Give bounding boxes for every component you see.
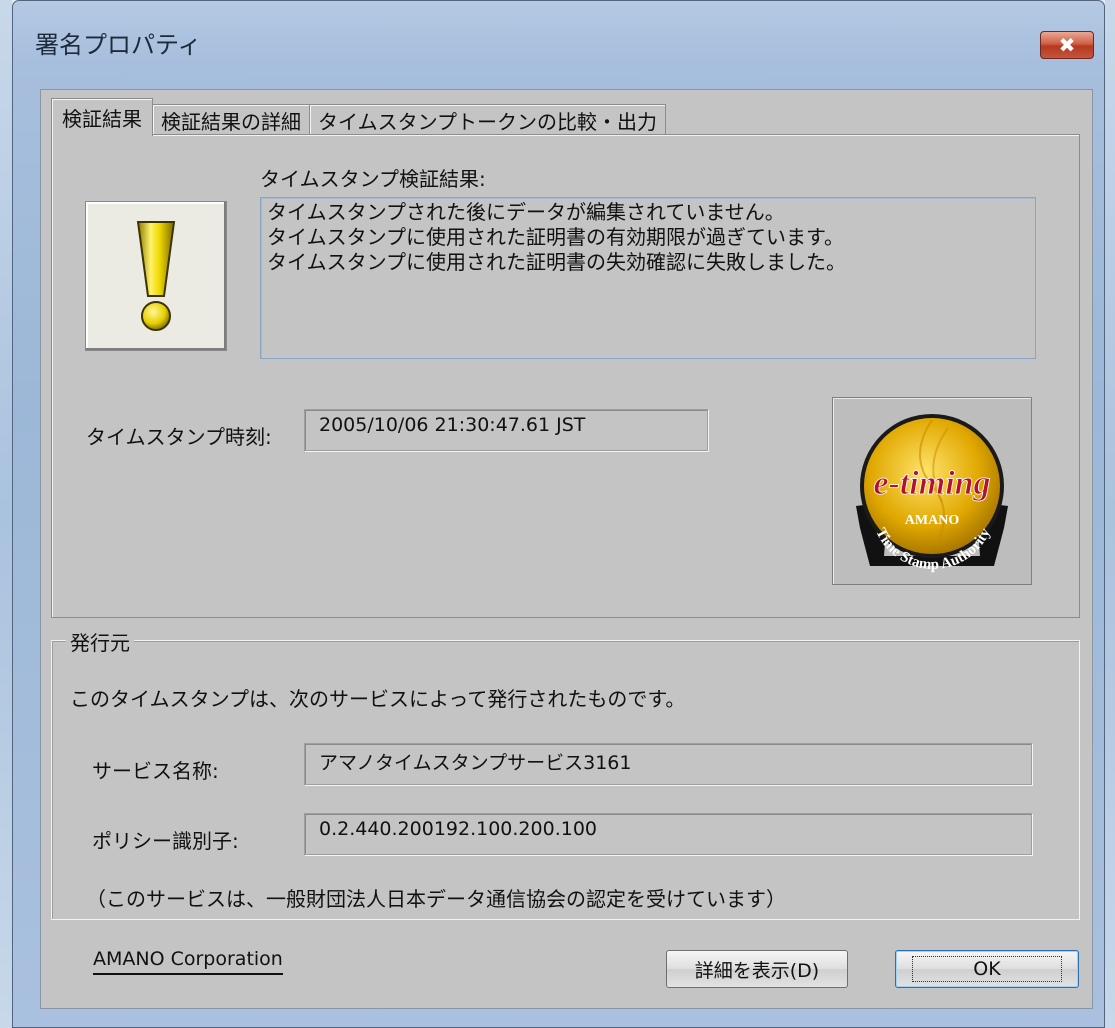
title-bar[interactable]: 署名プロパティ ✖ <box>13 1 1104 89</box>
verification-result-box[interactable]: タイムスタンプされた後にデータが編集されていません。 タイムスタンプに使用された… <box>260 197 1036 359</box>
logo-main-text: e-timing <box>873 465 990 502</box>
tab-verification-details[interactable]: 検証結果の詳細 <box>152 104 310 136</box>
tab-verification-result[interactable]: 検証結果 <box>51 98 153 136</box>
warning-exclamation-icon <box>136 221 176 331</box>
result-line: タイムスタンプされた後にデータが編集されていません。 <box>267 200 785 224</box>
accreditation-note: （このサービスは、一般財団法人日本データ通信協会の認定を受けています） <box>86 887 786 911</box>
warning-icon-frame <box>85 201 227 351</box>
e-timing-logo-frame: e-timing AMANO Time Stamp Authority <box>832 397 1032 585</box>
ok-button-label: OK <box>912 956 1062 982</box>
ok-button[interactable]: OK <box>895 950 1079 988</box>
timestamp-time-label: タイムスタンプ時刻: <box>86 425 272 449</box>
close-icon: ✖ <box>1058 33 1076 57</box>
policy-id-field: 0.2.440.200192.100.200.100 <box>304 813 1032 855</box>
desktop-edge-right <box>1105 0 1115 1028</box>
issuer-group-title: 発行元 <box>66 627 134 656</box>
logo-maker-text: AMANO <box>905 513 960 528</box>
tab-token-compare-export[interactable]: タイムスタンプトークンの比較・出力 <box>309 104 666 136</box>
signature-properties-window: 署名プロパティ ✖ 検証結果 検証結果の詳細 タイムスタンプトークンの比較・出力 <box>12 0 1105 1028</box>
result-line: タイムスタンプに使用された証明書の失効確認に失敗しました。 <box>267 250 846 274</box>
service-name-field: アマノタイムスタンプサービス3161 <box>304 743 1032 785</box>
window-title: 署名プロパティ <box>35 31 202 59</box>
close-button[interactable]: ✖ <box>1040 31 1094 59</box>
timestamp-time-field: 2005/10/06 21:30:47.61 JST <box>304 409 708 451</box>
dialog-client-area: 検証結果 検証結果の詳細 タイムスタンプトークンの比較・出力 タイムスタンプ検証… <box>40 89 1093 1009</box>
verification-tab-panel: タイムスタンプ検証結果: タイムスタンプされた後にデータが編集されていません。 … <box>51 134 1080 618</box>
result-line: タイムスタンプに使用された証明書の有効期限が過ぎています。 <box>267 225 844 249</box>
issuer-groupbox: 発行元 このタイムスタンプは、次のサービスによって発行されたものです。 サービス… <box>51 627 1080 920</box>
tab-strip: 検証結果 検証結果の詳細 タイムスタンプトークンの比較・出力 <box>51 96 666 136</box>
service-name-label: サービス名称: <box>92 759 219 783</box>
amano-corporation-link[interactable]: AMANO Corporation <box>93 948 283 975</box>
desktop-edge-left <box>0 0 12 1028</box>
policy-id-label: ポリシー識別子: <box>92 829 239 853</box>
verification-result-heading: タイムスタンプ検証結果: <box>260 167 486 191</box>
issuer-description: このタイムスタンプは、次のサービスによって発行されたものです。 <box>70 687 686 711</box>
show-details-button[interactable]: 詳細を表示(D) <box>666 950 848 988</box>
e-timing-logo: e-timing AMANO Time Stamp Authority <box>856 414 1008 573</box>
